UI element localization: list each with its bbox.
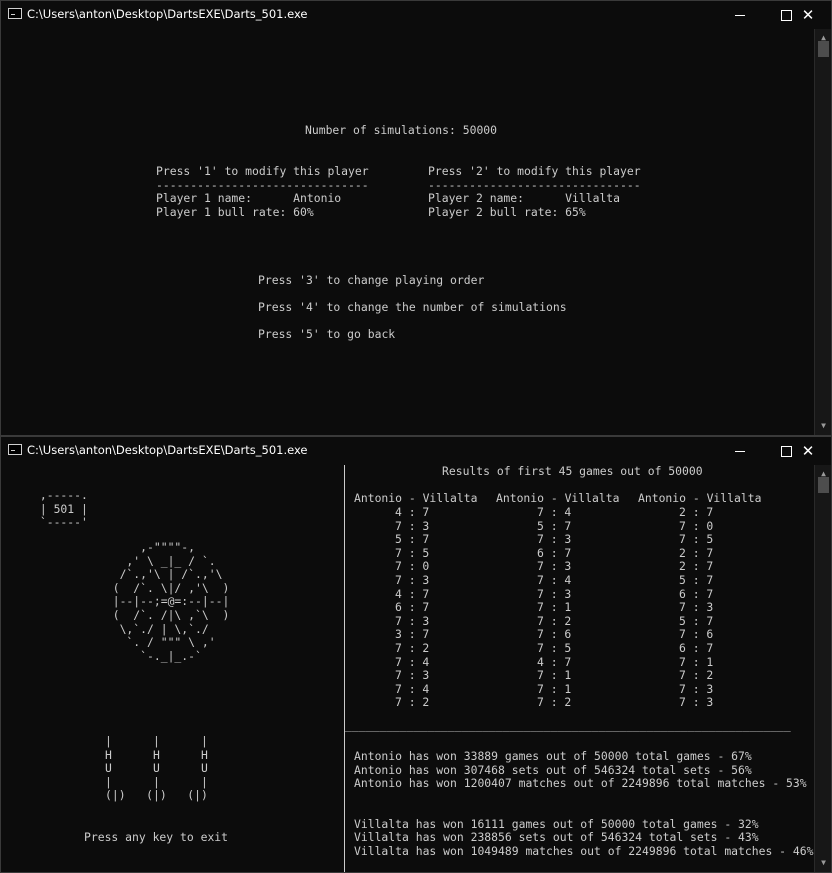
result-score-cell: 6 : 7 bbox=[395, 600, 430, 615]
result-score-cell: 7 : 1 bbox=[679, 654, 714, 669]
result-score-cell: 7 : 3 bbox=[537, 532, 572, 547]
menu-option-go-back: Press '5' to go back bbox=[258, 327, 396, 341]
player2-modify-prompt: Press '2' to modify this player bbox=[428, 164, 641, 178]
result-score-cell: 6 : 7 bbox=[537, 545, 572, 560]
result-score-cell: 5 : 7 bbox=[395, 532, 430, 547]
vertical-scrollbar[interactable]: ▲ ▼ bbox=[814, 465, 831, 872]
result-score-cell: 7 : 3 bbox=[395, 668, 430, 683]
close-button[interactable]: ✕ bbox=[785, 1, 831, 29]
result-score-cell: 7 : 4 bbox=[537, 573, 572, 587]
result-score-cell: 7 : 0 bbox=[395, 559, 430, 574]
player1-divider: ------------------------------- bbox=[156, 178, 369, 192]
result-score-cell: 6 : 7 bbox=[679, 641, 714, 655]
console-window-settings[interactable]: C:\Users\anton\Desktop\DartsEXE\Darts_50… bbox=[0, 0, 832, 436]
result-score-cell: 7 : 4 bbox=[537, 505, 572, 519]
result-score-cell: 7 : 3 bbox=[679, 695, 714, 710]
result-score-cell: 3 : 7 bbox=[395, 627, 430, 642]
player2-matches-stat: Villalta has won 1049489 matches out of … bbox=[354, 844, 814, 858]
player2-games-stat: Villalta has won 16111 games out of 5000… bbox=[354, 817, 759, 831]
window-title: C:\Users\anton\Desktop\DartsEXE\Darts_50… bbox=[27, 443, 308, 457]
exit-prompt: Press any key to exit bbox=[84, 830, 229, 844]
result-score-cell: 5 : 7 bbox=[679, 573, 714, 587]
result-score-cell: 6 : 7 bbox=[679, 586, 714, 601]
panel-divider bbox=[344, 465, 345, 872]
player2-bull-rate: Player 2 bull rate: 65% bbox=[428, 205, 586, 219]
menu-option-num-simulations: Press '4' to change the number of simula… bbox=[258, 300, 567, 314]
results-column-header: Antonio - Villalta bbox=[354, 491, 478, 505]
dartboard-ascii-art: ,-""""-, ,' \ _|_ / `. /`.,'\ | /`.,'\ (… bbox=[112, 540, 230, 663]
result-score-cell: 7 : 5 bbox=[679, 532, 714, 547]
result-score-cell: 2 : 7 bbox=[679, 505, 714, 519]
scrollbar-thumb[interactable] bbox=[818, 477, 829, 493]
result-score-cell: 7 : 2 bbox=[679, 668, 714, 683]
results-column-header: Antonio - Villalta bbox=[638, 491, 762, 505]
player1-sets-stat: Antonio has won 307468 sets out of 54632… bbox=[354, 763, 752, 777]
scrollbar-thumb[interactable] bbox=[818, 41, 829, 57]
player2-name: Player 2 name: Villalta bbox=[428, 191, 621, 205]
player1-name: Player 1 name: Antonio bbox=[156, 191, 342, 205]
result-score-cell: 7 : 4 bbox=[395, 681, 430, 696]
scoreboard-ascii-art: ,-----. | 501 | `-----' bbox=[39, 488, 88, 530]
minimize-button[interactable] bbox=[717, 1, 763, 29]
player1-matches-stat: Antonio has won 1200407 matches out of 2… bbox=[354, 776, 807, 790]
console-app-icon bbox=[8, 8, 22, 19]
player2-sets-stat: Villalta has won 238856 sets out of 5463… bbox=[354, 830, 759, 844]
close-button[interactable]: ✕ bbox=[785, 437, 831, 465]
result-score-cell: 7 : 1 bbox=[537, 668, 572, 683]
result-score-cell: 4 : 7 bbox=[395, 505, 430, 519]
result-score-cell: 2 : 7 bbox=[679, 559, 714, 574]
player1-modify-prompt: Press '1' to modify this player bbox=[156, 164, 369, 178]
result-score-cell: 7 : 3 bbox=[395, 518, 430, 533]
result-score-cell: 7 : 5 bbox=[395, 545, 430, 560]
result-score-cell: 7 : 3 bbox=[679, 600, 714, 615]
result-score-cell: 7 : 3 bbox=[395, 573, 430, 587]
player1-bull-rate: Player 1 bull rate: 60% bbox=[156, 205, 314, 219]
result-score-cell: 2 : 7 bbox=[679, 545, 714, 560]
result-score-cell: 7 : 3 bbox=[537, 559, 572, 574]
console-window-results[interactable]: C:\Users\anton\Desktop\DartsEXE\Darts_50… bbox=[0, 436, 832, 873]
player2-divider: ------------------------------- bbox=[428, 178, 641, 192]
title-bar[interactable]: C:\Users\anton\Desktop\DartsEXE\Darts_50… bbox=[1, 1, 831, 29]
menu-option-playing-order: Press '3' to change playing order bbox=[258, 273, 485, 287]
result-score-cell: 7 : 0 bbox=[679, 518, 714, 533]
result-score-cell: 7 : 6 bbox=[679, 627, 714, 642]
scroll-down-arrow-icon[interactable]: ▼ bbox=[815, 419, 831, 433]
result-score-cell: 4 : 7 bbox=[537, 654, 572, 669]
result-score-cell: 7 : 1 bbox=[537, 600, 572, 615]
result-score-cell: 7 : 2 bbox=[395, 695, 430, 710]
result-score-cell: 7 : 2 bbox=[395, 641, 430, 655]
scroll-down-arrow-icon[interactable]: ▼ bbox=[815, 856, 831, 870]
result-score-cell: 7 : 1 bbox=[537, 681, 572, 696]
result-score-cell: 5 : 7 bbox=[679, 613, 714, 628]
result-score-cell: 4 : 7 bbox=[395, 586, 430, 601]
result-score-cell: 7 : 5 bbox=[537, 641, 572, 655]
result-score-cell: 7 : 3 bbox=[537, 586, 572, 601]
num-simulations-label: Number of simulations: 50000 bbox=[305, 123, 498, 137]
results-header: Results of first 45 games out of 50000 bbox=[442, 464, 703, 478]
result-score-cell: 7 : 4 bbox=[395, 654, 430, 669]
result-score-cell: 5 : 7 bbox=[537, 518, 572, 533]
results-column-header: Antonio - Villalta bbox=[496, 491, 620, 505]
window-title: C:\Users\anton\Desktop\DartsEXE\Darts_50… bbox=[27, 7, 308, 21]
title-bar[interactable]: C:\Users\anton\Desktop\DartsEXE\Darts_50… bbox=[1, 437, 831, 465]
result-score-cell: 7 : 6 bbox=[537, 627, 572, 642]
result-score-cell: 7 : 3 bbox=[679, 681, 714, 696]
minimize-button[interactable] bbox=[717, 437, 763, 465]
console-app-icon bbox=[8, 444, 22, 455]
stats-separator: ________________________________________… bbox=[345, 718, 791, 732]
result-score-cell: 7 : 2 bbox=[537, 695, 572, 710]
vertical-scrollbar[interactable]: ▲ ▼ bbox=[814, 29, 831, 435]
darts-ascii-art: | | | H H H U U U | | | (|) (|) (|) bbox=[105, 734, 208, 803]
result-score-cell: 7 : 3 bbox=[395, 613, 430, 628]
result-score-cell: 7 : 2 bbox=[537, 613, 572, 628]
player1-games-stat: Antonio has won 33889 games out of 50000… bbox=[354, 749, 752, 763]
